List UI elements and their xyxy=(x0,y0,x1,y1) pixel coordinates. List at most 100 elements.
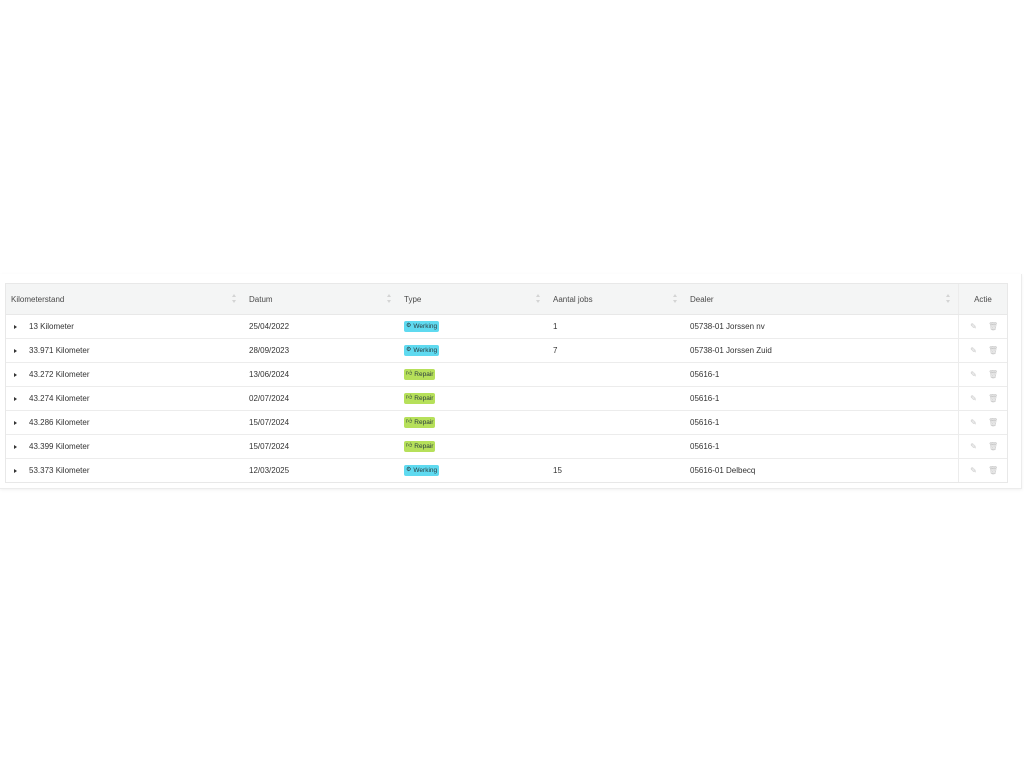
column-header-aantal-jobs[interactable]: Aantal jobs xyxy=(548,284,685,314)
kilometerstand-value: 43.272 Kilometer xyxy=(29,370,90,379)
type-tag-label: Repair xyxy=(414,443,434,450)
cell-kilometerstand: 43.272 Kilometer xyxy=(6,363,244,386)
type-tag-label: Werking xyxy=(413,323,438,330)
datum-value: 28/09/2023 xyxy=(249,346,290,355)
datum-value: 25/04/2022 xyxy=(249,322,290,331)
datum-value: 15/07/2024 xyxy=(249,442,290,451)
datum-value: 15/07/2024 xyxy=(249,418,290,427)
cell-aantal-jobs xyxy=(548,363,685,386)
expand-row-icon[interactable] xyxy=(14,348,17,353)
expand-row-icon[interactable] xyxy=(14,420,17,425)
kilometerstand-value: 33.971 Kilometer xyxy=(29,346,90,355)
gear-icon: ⚙ xyxy=(406,323,412,329)
trash-icon[interactable]: 🗑︎ xyxy=(988,466,998,475)
edit-icon[interactable]: ✎ xyxy=(969,346,978,355)
cell-type: ⚙ Werking xyxy=(399,339,548,362)
cell-kilometerstand: 33.971 Kilometer xyxy=(6,339,244,362)
cell-kilometerstand: 43.399 Kilometer xyxy=(6,435,244,458)
gear-icon: ⚙ xyxy=(406,467,412,473)
edit-icon[interactable]: ✎ xyxy=(969,322,978,331)
sort-icon[interactable] xyxy=(673,294,678,303)
table-row[interactable]: 43.272 Kilometer 13/06/2024 👍︎ Repair 05… xyxy=(6,363,1007,387)
cell-dealer: 05616-1 xyxy=(685,363,958,386)
column-header-datum[interactable]: Datum xyxy=(244,284,399,314)
cell-aantal-jobs xyxy=(548,411,685,434)
column-header-label: Datum xyxy=(249,294,273,304)
cell-datum: 28/09/2023 xyxy=(244,339,399,362)
expand-row-icon[interactable] xyxy=(14,324,17,329)
table-row[interactable]: 43.399 Kilometer 15/07/2024 👍︎ Repair 05… xyxy=(6,435,1007,459)
trash-icon[interactable]: 🗑︎ xyxy=(988,394,998,403)
cell-type: 👍︎ Repair xyxy=(399,411,548,434)
cell-actie: ✎ 🗑︎ xyxy=(958,459,1007,482)
cell-dealer: 05616-1 xyxy=(685,411,958,434)
type-tag-label: Repair xyxy=(414,371,434,378)
cell-dealer: 05616-01 Delbecq xyxy=(685,459,958,482)
table-row[interactable]: 33.971 Kilometer 28/09/2023 ⚙ Werking 7 … xyxy=(6,339,1007,363)
table-row[interactable]: 13 Kilometer 25/04/2022 ⚙ Werking 1 0573… xyxy=(6,315,1007,339)
aantal-jobs-value: 7 xyxy=(553,346,558,355)
kilometerstand-value: 43.399 Kilometer xyxy=(29,442,90,451)
type-tag: 👍︎ Repair xyxy=(404,393,436,404)
aantal-jobs-value: 1 xyxy=(553,322,558,331)
cell-datum: 02/07/2024 xyxy=(244,387,399,410)
table-header: Kilometerstand Datum Type Aantal jobs De… xyxy=(6,284,1007,315)
dealer-value: 05738-01 Jorssen nv xyxy=(690,322,765,331)
column-header-label: Actie xyxy=(974,294,992,304)
expand-row-icon[interactable] xyxy=(14,468,17,473)
cell-dealer: 05738-01 Jorssen nv xyxy=(685,315,958,338)
sort-icon[interactable] xyxy=(946,294,951,303)
dealer-value: 05738-01 Jorssen Zuid xyxy=(690,346,772,355)
cell-datum: 13/06/2024 xyxy=(244,363,399,386)
cell-type: 👍︎ Repair xyxy=(399,387,548,410)
sort-icon[interactable] xyxy=(536,294,541,303)
cell-kilometerstand: 13 Kilometer xyxy=(6,315,244,338)
trash-icon[interactable]: 🗑︎ xyxy=(988,346,998,355)
column-header-label: Type xyxy=(404,294,422,304)
sort-icon[interactable] xyxy=(387,294,392,303)
cell-datum: 12/03/2025 xyxy=(244,459,399,482)
cell-type: 👍︎ Repair xyxy=(399,435,548,458)
edit-icon[interactable]: ✎ xyxy=(969,418,978,427)
maintenance-table: Kilometerstand Datum Type Aantal jobs De… xyxy=(5,283,1008,483)
trash-icon[interactable]: 🗑︎ xyxy=(988,418,998,427)
cell-aantal-jobs xyxy=(548,435,685,458)
trash-icon[interactable]: 🗑︎ xyxy=(988,442,998,451)
cell-type: 👍︎ Repair xyxy=(399,363,548,386)
type-tag: 👍︎ Repair xyxy=(404,417,436,428)
column-header-kilometerstand[interactable]: Kilometerstand xyxy=(6,284,244,314)
dealer-value: 05616-01 Delbecq xyxy=(690,466,756,475)
kilometerstand-value: 13 Kilometer xyxy=(29,322,74,331)
type-tag: ⚙ Werking xyxy=(404,321,440,332)
cell-actie: ✎ 🗑︎ xyxy=(958,363,1007,386)
column-header-type[interactable]: Type xyxy=(399,284,548,314)
column-header-label: Dealer xyxy=(690,294,714,304)
kilometerstand-value: 53.373 Kilometer xyxy=(29,466,90,475)
kilometerstand-value: 43.286 Kilometer xyxy=(29,418,90,427)
cell-kilometerstand: 53.373 Kilometer xyxy=(6,459,244,482)
expand-row-icon[interactable] xyxy=(14,372,17,377)
cell-kilometerstand: 43.286 Kilometer xyxy=(6,411,244,434)
cell-type: ⚙ Werking xyxy=(399,315,548,338)
datum-value: 13/06/2024 xyxy=(249,370,290,379)
expand-row-icon[interactable] xyxy=(14,444,17,449)
edit-icon[interactable]: ✎ xyxy=(969,442,978,451)
edit-icon[interactable]: ✎ xyxy=(969,370,978,379)
column-header-actie: Actie xyxy=(958,284,1007,314)
trash-icon[interactable]: 🗑︎ xyxy=(988,370,998,379)
datum-value: 02/07/2024 xyxy=(249,394,290,403)
table-row[interactable]: 43.274 Kilometer 02/07/2024 👍︎ Repair 05… xyxy=(6,387,1007,411)
table-row[interactable]: 43.286 Kilometer 15/07/2024 👍︎ Repair 05… xyxy=(6,411,1007,435)
cell-actie: ✎ 🗑︎ xyxy=(958,315,1007,338)
sort-icon[interactable] xyxy=(232,294,237,303)
expand-row-icon[interactable] xyxy=(14,396,17,401)
dealer-value: 05616-1 xyxy=(690,442,720,451)
column-header-dealer[interactable]: Dealer xyxy=(685,284,958,314)
dealer-value: 05616-1 xyxy=(690,370,720,379)
type-tag: ⚙ Werking xyxy=(404,465,440,476)
table-row[interactable]: 53.373 Kilometer 12/03/2025 ⚙ Werking 15… xyxy=(6,459,1007,482)
trash-icon[interactable]: 🗑︎ xyxy=(988,322,998,331)
edit-icon[interactable]: ✎ xyxy=(969,394,978,403)
edit-icon[interactable]: ✎ xyxy=(969,466,978,475)
cell-aantal-jobs xyxy=(548,387,685,410)
